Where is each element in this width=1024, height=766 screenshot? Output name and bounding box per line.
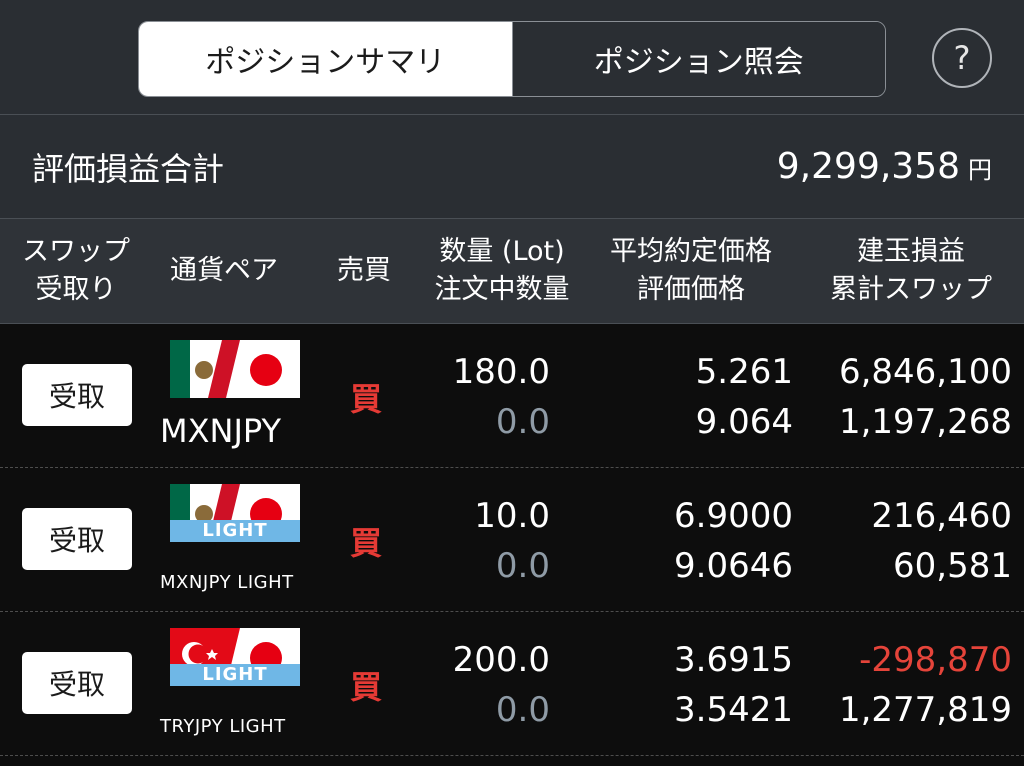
receive-swap-button[interactable]: 受取 [22, 652, 132, 714]
cumulative-swap-value: 1,277,819 [838, 690, 1012, 730]
header-currency-pair: 通貨ペア [170, 219, 278, 323]
top-bar: ポジションサマリ ポジション照会 ? [0, 0, 1024, 115]
light-badge: LIGHT [170, 664, 300, 686]
eval-price-value: 9.0646 [674, 546, 793, 586]
position-pl-value: -298,870 [859, 640, 1012, 680]
total-pl-summary: 評価損益合計 9,299,358 円 [0, 115, 1024, 219]
avg-price-value: 6.9000 [674, 496, 793, 536]
tab-position-summary[interactable]: ポジションサマリ [139, 22, 512, 96]
currency-pair-label: MXNJPY [160, 412, 282, 450]
header-pl: 建玉損益 累計スワップ [816, 219, 1006, 323]
header-price: 平均約定価格 評価価格 [596, 219, 786, 323]
header-pl-line2: 累計スワップ [830, 274, 992, 305]
position-list: 受取 MXNJPY 買 180.0 0.0 5.261 9.064 6,846,… [0, 324, 1024, 766]
header-price-line1: 平均約定価格 [610, 236, 772, 267]
receive-swap-button[interactable]: 受取 [22, 508, 132, 570]
help-icon[interactable]: ? [932, 28, 992, 88]
position-pl-value: 6,846,100 [838, 352, 1012, 392]
pending-quantity-value: 0.0 [495, 690, 550, 730]
header-swap-line2: 受取り [35, 274, 117, 305]
header-quantity: 数量 (Lot) 注文中数量 [424, 219, 580, 323]
table-row[interactable]: 受取 LIGHT MXNJPY LIGHT 買 10.0 0.0 6.9000 … [0, 468, 1024, 612]
header-swap-line1: スワップ [22, 236, 130, 267]
light-badge-label: LIGHT [170, 664, 300, 686]
side-buy-label: 買 [350, 668, 383, 706]
header-qty-line2: 注文中数量 [434, 274, 570, 305]
mx-jp-flag-icon [170, 340, 300, 402]
header-pair-label: 通貨ペア [170, 255, 278, 286]
avg-price-value: 3.6915 [674, 640, 793, 680]
light-badge-label: LIGHT [170, 520, 300, 542]
table-row[interactable]: 受取 LIGHT TRYJPY LIGHT 買 200.0 0.0 3.6915… [0, 612, 1024, 756]
total-pl-unit: 円 [968, 156, 992, 184]
header-swap-receive: スワップ 受取り [14, 219, 138, 323]
side-buy-label: 買 [350, 380, 383, 418]
tab-position-inquiry[interactable]: ポジション照会 [511, 22, 885, 96]
table-row[interactable]: 受取 MXNJPY 買 180.0 0.0 5.261 9.064 6,846,… [0, 324, 1024, 468]
eval-price-value: 3.5421 [674, 690, 793, 730]
quantity-value: 180.0 [452, 352, 550, 392]
header-qty-line1: 数量 (Lot) [439, 236, 565, 267]
currency-pair-label: MXNJPY LIGHT [160, 572, 294, 593]
cumulative-swap-value: 1,197,268 [838, 402, 1012, 442]
header-side: 売買 [337, 219, 391, 323]
quantity-value: 200.0 [452, 640, 550, 680]
side-buy-label: 買 [350, 524, 383, 562]
total-pl-value: 9,299,358 [776, 146, 960, 187]
total-pl-amount: 9,299,358 円 [777, 146, 992, 187]
header-price-line2: 評価価格 [637, 274, 745, 305]
cumulative-swap-value: 60,581 [893, 546, 1012, 586]
pending-quantity-value: 0.0 [495, 546, 550, 586]
avg-price-value: 5.261 [695, 352, 793, 392]
receive-swap-button[interactable]: 受取 [22, 364, 132, 426]
currency-pair-label: TRYJPY LIGHT [160, 716, 286, 737]
header-side-label: 売買 [337, 255, 391, 286]
pending-quantity-value: 0.0 [495, 402, 550, 442]
light-badge: LIGHT [170, 520, 300, 542]
header-pl-line1: 建玉損益 [857, 236, 965, 267]
total-pl-label: 評価損益合計 [32, 149, 225, 188]
eval-price-value: 9.064 [695, 402, 793, 442]
view-segmented-control: ポジションサマリ ポジション照会 [138, 21, 886, 97]
quantity-value: 10.0 [474, 496, 550, 536]
position-pl-value: 216,460 [871, 496, 1012, 536]
table-header: スワップ 受取り 通貨ペア 売買 数量 (Lot) 注文中数量 平均約定価格 評… [0, 219, 1024, 324]
